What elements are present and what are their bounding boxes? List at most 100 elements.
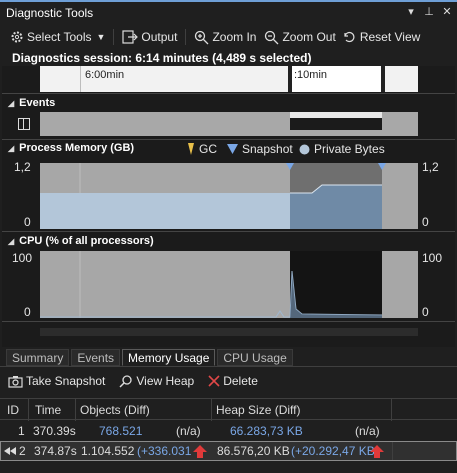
legend-gc-label: GC <box>199 142 217 156</box>
cpu-header[interactable]: ◢ CPU (% of all processors) <box>8 235 154 247</box>
objects-value: 1.104.552 <box>81 444 135 458</box>
break-events-icon[interactable] <box>18 118 30 130</box>
main-toolbar: Select Tools ▼ Output Zoom In Zoom Out R… <box>0 26 457 48</box>
memory-header[interactable]: ◢ Process Memory (GB) <box>8 142 134 154</box>
cpu-selection-region <box>290 251 382 318</box>
column-time[interactable]: Time <box>35 403 61 417</box>
ruler-label-right: :10min <box>294 69 328 81</box>
tab-memory-usage[interactable]: Memory Usage <box>122 349 216 366</box>
zoom-in-button[interactable]: Zoom In <box>194 30 256 45</box>
details-tabs: Summary Events Memory Usage CPU Usage <box>6 349 293 366</box>
ruler-tick <box>80 66 81 92</box>
events-title: Events <box>19 97 56 109</box>
zoom-out-icon <box>265 30 279 44</box>
chevron-down-icon[interactable]: ▾ <box>405 5 417 18</box>
selection-end-handle[interactable] <box>381 66 385 92</box>
snapshot-time: 370.39s <box>33 424 76 438</box>
divider <box>2 93 455 94</box>
divider <box>2 231 455 232</box>
ruler-label-left: 6:00min <box>85 69 125 81</box>
objects-diff: (n/a) <box>176 424 201 438</box>
events-track[interactable] <box>40 112 418 136</box>
memory-toolbar: Take Snapshot View Heap Delete <box>8 374 258 388</box>
tab-events[interactable]: Events <box>71 349 121 366</box>
timeline-area: 6:00min :10min ◢ Events ◢ Process Memory… <box>2 66 455 347</box>
delete-label: Delete <box>223 374 258 388</box>
tab-cpu-usage[interactable]: CPU Usage <box>217 349 293 366</box>
session-summary: Diagnostics session: 6:14 minutes (4,489… <box>12 51 312 65</box>
increase-arrow-icon <box>193 445 207 461</box>
private-bytes-marker-icon <box>299 144 310 154</box>
cpu-y-max-left: 100 <box>12 251 33 265</box>
reset-view-label: Reset View <box>359 30 421 44</box>
events-header[interactable]: ◢ Events <box>8 97 55 109</box>
reset-view-button[interactable]: Reset View <box>342 30 420 45</box>
compare-icon <box>4 447 16 455</box>
collapse-icon: ◢ <box>8 143 15 153</box>
heap-diff: (n/a) <box>355 424 380 438</box>
column-separator <box>75 399 76 421</box>
legend-private-bytes-label: Private Bytes <box>314 142 385 156</box>
take-snapshot-button[interactable]: Take Snapshot <box>8 374 105 388</box>
selection-start-handle[interactable] <box>288 66 292 92</box>
delete-button[interactable]: Delete <box>208 374 258 388</box>
objects-diff-link[interactable]: (+336.031 <box>137 444 191 458</box>
output-button[interactable]: Output <box>122 30 177 44</box>
pin-icon[interactable]: ⊥ <box>423 5 435 18</box>
memory-y-max-right: 1,2 <box>422 160 439 174</box>
column-separator <box>391 399 392 421</box>
column-separator <box>211 399 212 421</box>
memory-title: Process Memory (GB) <box>19 142 135 154</box>
title-bar: Diagnostic Tools ▾ ⊥ ✕ <box>0 0 457 24</box>
tab-summary[interactable]: Summary <box>6 349 70 366</box>
legend-gc: GC <box>187 142 217 156</box>
take-snapshot-label: Take Snapshot <box>26 374 106 388</box>
window-title: Diagnostic Tools <box>6 6 94 20</box>
collapse-icon: ◢ <box>8 236 15 246</box>
gc-marker-icon <box>188 143 194 155</box>
snapshot-time: 374.87s <box>34 444 77 458</box>
select-tools-label: Select Tools <box>27 30 92 44</box>
divider <box>2 139 455 140</box>
snapshot-row[interactable]: 1 370.39s 768.521 (n/a) 66.283,73 KB (n/… <box>0 421 457 441</box>
legend-private-bytes: Private Bytes <box>299 142 385 156</box>
zoom-out-label: Zoom Out <box>282 30 336 44</box>
column-separator <box>392 442 393 460</box>
select-tools-button[interactable]: Select Tools ▼ <box>10 30 105 44</box>
heap-size-value: 86.576,20 KB <box>217 444 290 458</box>
view-heap-label: View Heap <box>136 374 195 388</box>
close-icon[interactable]: ✕ <box>441 5 453 18</box>
snapshot-marker-icon <box>227 144 238 154</box>
view-heap-button[interactable]: View Heap <box>119 374 194 388</box>
cpu-graph-svg <box>40 251 383 318</box>
column-heap-size[interactable]: Heap Size (Diff) <box>216 403 300 417</box>
search-icon <box>119 375 133 388</box>
cpu-graph[interactable] <box>40 251 418 318</box>
zoom-out-button[interactable]: Zoom Out <box>264 30 336 45</box>
memory-graph[interactable] <box>40 163 418 229</box>
snapshot-row-selected[interactable]: 2 374.87s 1.104.552 (+336.031 86.576,20 … <box>0 441 457 461</box>
memory-graph-svg <box>40 163 386 229</box>
heap-size-link[interactable]: 66.283,73 KB <box>230 424 303 438</box>
heap-diff-link[interactable]: (+20.292,47 KB <box>291 444 375 458</box>
increase-arrow-icon <box>370 445 384 461</box>
toolbar-separator <box>113 29 115 45</box>
memory-y-max-left: 1,2 <box>14 160 31 174</box>
snapshot-id: 1 <box>18 424 25 438</box>
output-label: Output <box>141 30 178 44</box>
divider <box>2 321 455 322</box>
collapse-icon: ◢ <box>8 98 15 108</box>
details-panel: Summary Events Memory Usage CPU Usage Ta… <box>0 347 457 473</box>
cpu-y-max-right: 100 <box>422 251 443 265</box>
camera-icon <box>8 375 23 388</box>
chevron-down-icon: ▼ <box>96 32 106 42</box>
objects-link[interactable]: 768.521 <box>99 424 142 438</box>
timeline-ruler[interactable]: 6:00min :10min <box>40 66 418 92</box>
output-icon <box>122 30 139 44</box>
column-objects[interactable]: Objects (Diff) <box>80 403 150 417</box>
snapshot-id: 2 <box>19 444 26 458</box>
legend-snapshot: Snapshot <box>227 142 293 156</box>
horizontal-scrollbar[interactable] <box>40 328 418 336</box>
column-id[interactable]: ID <box>7 403 19 417</box>
memory-area-unselected <box>40 193 290 229</box>
